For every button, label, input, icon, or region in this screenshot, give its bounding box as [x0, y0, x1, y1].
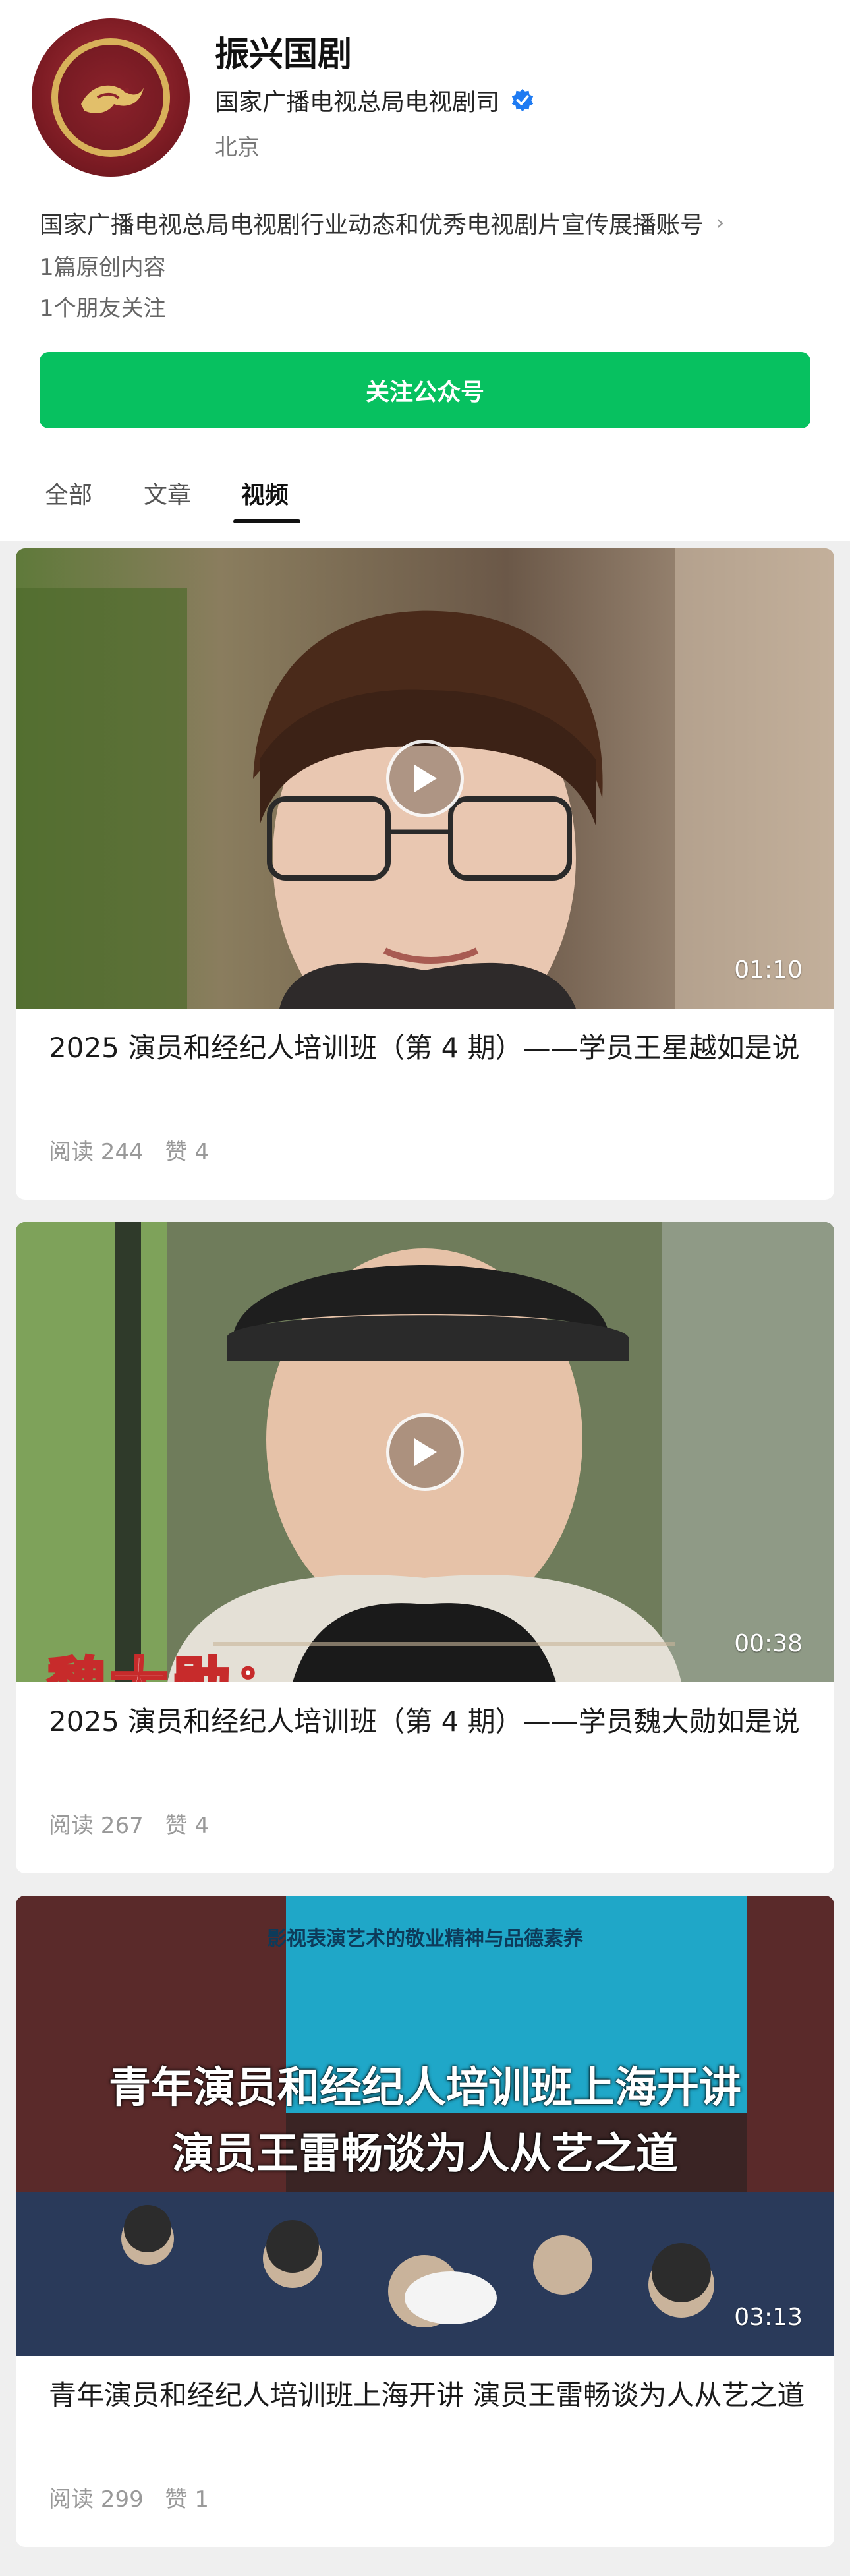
video-card[interactable]: 01:10 2025 演员和经纪人培训班（第 4 期）——学员王星越如是说 阅读…	[16, 548, 834, 1200]
tab-all[interactable]: 全部	[45, 476, 92, 510]
video-card[interactable]: 影视表演艺术的敬业精神与品德素养 青年演员和经纪人培训班上海开讲 演员王雷畅谈为…	[16, 1896, 834, 2547]
chevron-right-icon: ›	[716, 210, 725, 236]
video-duration: 00:38	[734, 1630, 803, 1657]
tab-bar: 全部 文章 视频	[0, 469, 850, 523]
play-button[interactable]	[386, 740, 464, 817]
tab-articles[interactable]: 文章	[144, 476, 191, 510]
friends-follow: 1个朋友关注	[40, 295, 166, 322]
account-avatar[interactable]	[32, 18, 190, 177]
thumbnail-caption: 魏大勋：	[46, 1637, 295, 1682]
like-count: 赞 4	[165, 1813, 209, 1839]
play-icon	[414, 1438, 437, 1466]
account-description-link[interactable]: 国家广播电视总局电视剧行业动态和优秀电视剧片宣传展播账号 ›	[40, 206, 725, 240]
video-title[interactable]: 2025 演员和经纪人培训班（第 4 期）——学员王星越如是说	[49, 1028, 807, 1068]
like-count: 赞 4	[165, 1139, 209, 1165]
play-icon	[414, 765, 437, 792]
description-text: 国家广播电视总局电视剧行业动态和优秀电视剧片宣传展播账号	[40, 212, 704, 239]
overlay-line-1: 青年演员和经纪人培训班上海开讲	[109, 2064, 741, 2113]
account-org: 国家广播电视总局电视剧司	[215, 83, 535, 117]
follow-button[interactable]: 关注公众号	[40, 352, 810, 428]
video-duration: 01:10	[734, 956, 803, 983]
read-count: 阅读 267	[49, 1813, 144, 1839]
video-duration: 03:13	[734, 2304, 803, 2331]
read-count: 阅读 244	[49, 1139, 144, 1165]
active-tab-indicator	[233, 519, 300, 523]
play-button[interactable]	[386, 1413, 464, 1491]
video-title[interactable]: 青年演员和经纪人培训班上海开讲 演员王雷畅谈为人从艺之道	[49, 2376, 807, 2415]
video-title[interactable]: 2025 演员和经纪人培训班（第 4 期）——学员魏大勋如是说	[49, 1702, 807, 1742]
tab-videos[interactable]: 视频	[241, 476, 289, 510]
video-stats: 阅读 267 赞 4	[49, 1807, 223, 1840]
account-location: 北京	[215, 134, 260, 161]
account-header: 振兴国剧 国家广播电视总局电视剧司 北京 国家广播电视总局电视剧行业动态和优秀电…	[0, 0, 850, 541]
video-thumbnail[interactable]: 影视表演艺术的敬业精神与品德素养 青年演员和经纪人培训班上海开讲 演员王雷畅谈为…	[16, 1896, 834, 2356]
original-count: 1篇原创内容	[40, 254, 166, 281]
logo-emblem	[51, 38, 170, 157]
video-list: 01:10 2025 演员和经纪人培训班（第 4 期）——学员王星越如是说 阅读…	[0, 541, 850, 2576]
verified-badge-icon	[511, 88, 534, 112]
like-count: 赞 1	[165, 2486, 209, 2513]
phoenix-logo-icon	[81, 85, 144, 113]
account-name: 振兴国剧	[215, 35, 353, 74]
video-stats: 阅读 244 赞 4	[49, 1134, 223, 1166]
overlay-line-2: 演员王雷畅谈为人从艺之道	[172, 2130, 678, 2179]
video-thumbnail[interactable]: 01:10	[16, 548, 834, 1009]
read-count: 阅读 299	[49, 2486, 144, 2513]
banner-text: 影视表演艺术的敬业精神与品德素养	[267, 1927, 583, 1950]
org-label: 国家广播电视总局电视剧司	[215, 89, 500, 116]
video-card[interactable]: 魏大勋： 00:38 2025 演员和经纪人培训班（第 4 期）——学员魏大勋如…	[16, 1222, 834, 1873]
video-thumbnail[interactable]: 魏大勋： 00:38	[16, 1222, 834, 1682]
video-stats: 阅读 299 赞 1	[49, 2481, 223, 2513]
